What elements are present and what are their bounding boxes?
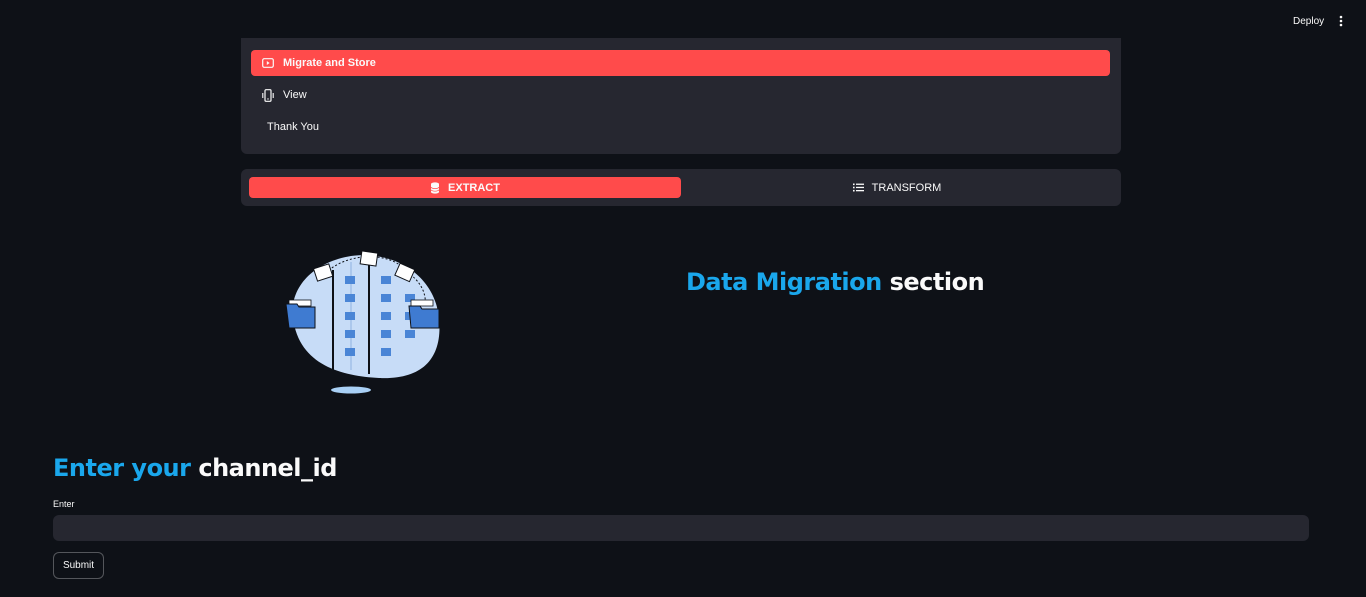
menu-item-label: View: [283, 89, 307, 101]
menu-item-label: Migrate and Store: [283, 57, 376, 69]
section-heading-accent: Data Migration: [686, 268, 882, 296]
video-icon: [261, 56, 275, 70]
tab-extract[interactable]: EXTRACT: [249, 177, 681, 198]
channel-id-input[interactable]: [53, 515, 1309, 541]
section-heading: Data Migration section: [686, 268, 985, 296]
tab-label: TRANSFORM: [871, 181, 942, 194]
channel-heading: Enter your channel_id: [53, 454, 337, 482]
channel-heading-accent: Enter your: [53, 454, 191, 482]
tab-bar: EXTRACT TRANSFORM: [241, 169, 1121, 206]
list-icon: [852, 183, 864, 192]
phone-icon: [261, 88, 275, 102]
tab-label: EXTRACT: [448, 181, 500, 194]
menu-item-label: Thank You: [267, 121, 319, 133]
menu-item-view[interactable]: View: [251, 82, 1110, 108]
submit-button[interactable]: Submit: [53, 552, 104, 579]
channel-input-label: Enter: [53, 499, 75, 509]
app-header: Deploy: [0, 0, 1366, 42]
menu-item-thank-you[interactable]: Thank You: [251, 114, 1110, 140]
more-vertical-icon[interactable]: [1334, 14, 1348, 28]
channel-heading-rest: channel_id: [198, 454, 337, 482]
data-migration-illustration: [283, 248, 443, 398]
option-menu: Migrate and Store View Thank You: [241, 38, 1121, 154]
section-heading-rest: section: [889, 268, 985, 296]
menu-item-migrate-and-store[interactable]: Migrate and Store: [251, 50, 1110, 76]
database-icon: [430, 181, 440, 194]
tab-transform[interactable]: TRANSFORM: [681, 177, 1113, 198]
deploy-button[interactable]: Deploy: [1289, 14, 1328, 29]
